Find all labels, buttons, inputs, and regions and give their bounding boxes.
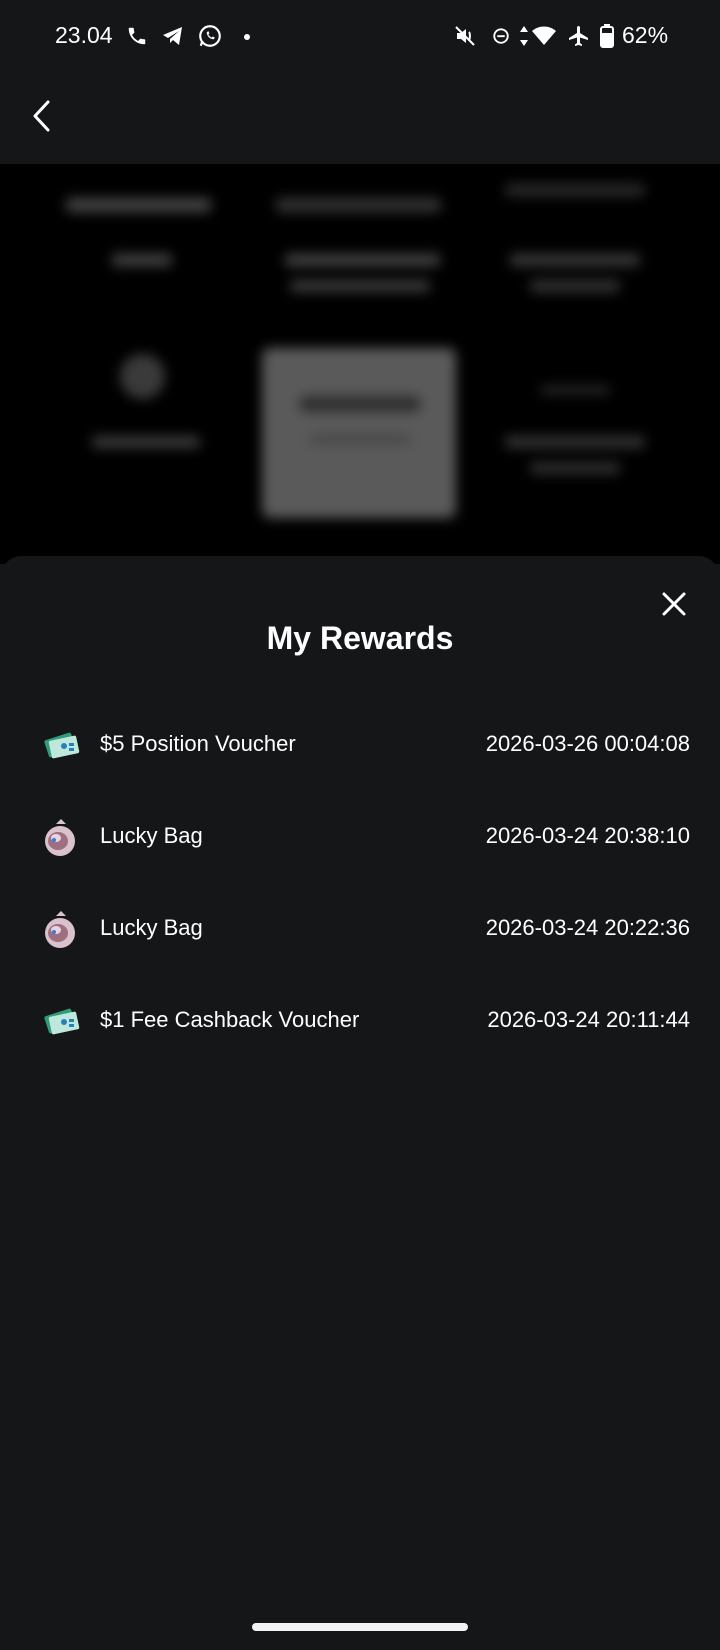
reward-timestamp: 2026-03-26 00:04:08: [485, 731, 690, 756]
back-button[interactable]: [22, 96, 62, 140]
top-header: [0, 72, 720, 164]
reward-timestamp: 2026-03-24 20:38:10: [485, 823, 690, 848]
lucky-bag-icon: [40, 816, 82, 858]
reward-name: $5 Position Voucher: [100, 731, 296, 756]
reward-name: Lucky Bag: [100, 823, 203, 848]
reward-name: $1 Fee Cashback Voucher: [100, 1007, 360, 1032]
list-item: Lucky Bag 2026-03-24 20:22:36: [0, 882, 720, 974]
home-indicator[interactable]: [252, 1623, 468, 1631]
sheet-title: My Rewards: [266, 620, 454, 656]
rewards-bottom-sheet: My Rewards $5 Position Voucher 2026-03-2…: [0, 556, 720, 1650]
whatsapp-icon: [197, 22, 223, 50]
reward-name: Lucky Bag: [100, 915, 203, 940]
reward-timestamp: 2026-03-24 20:22:36: [485, 915, 690, 940]
reward-list: $5 Position Voucher 2026-03-26 00:04:08 …: [0, 698, 720, 1066]
voucher-icon: [40, 724, 82, 766]
list-item: $5 Position Voucher 2026-03-26 00:04:08: [0, 698, 720, 790]
phone-icon: [126, 22, 148, 50]
status-bar: 23.04 62%: [0, 0, 720, 72]
mute-icon: [453, 22, 477, 50]
blurred-background-content: [0, 164, 720, 564]
lucky-bag-icon: [40, 908, 82, 950]
list-item: Lucky Bag 2026-03-24 20:38:10: [0, 790, 720, 882]
data-arrows-icon: [519, 22, 529, 50]
wifi-icon: [531, 22, 557, 50]
dot-icon: [244, 34, 250, 40]
reward-timestamp: 2026-03-24 20:11:44: [487, 1007, 690, 1032]
battery-percentage: 62%: [622, 22, 669, 48]
chevron-left-icon: [31, 99, 53, 138]
airplane-icon: [567, 22, 591, 50]
close-icon: [661, 591, 687, 622]
dnd-icon: [492, 22, 510, 50]
telegram-icon: [160, 22, 186, 50]
battery-icon: [600, 22, 614, 50]
voucher-icon: [40, 1000, 82, 1042]
status-time: 23.04: [55, 22, 113, 48]
list-item: $1 Fee Cashback Voucher 2026-03-24 20:11…: [0, 974, 720, 1066]
